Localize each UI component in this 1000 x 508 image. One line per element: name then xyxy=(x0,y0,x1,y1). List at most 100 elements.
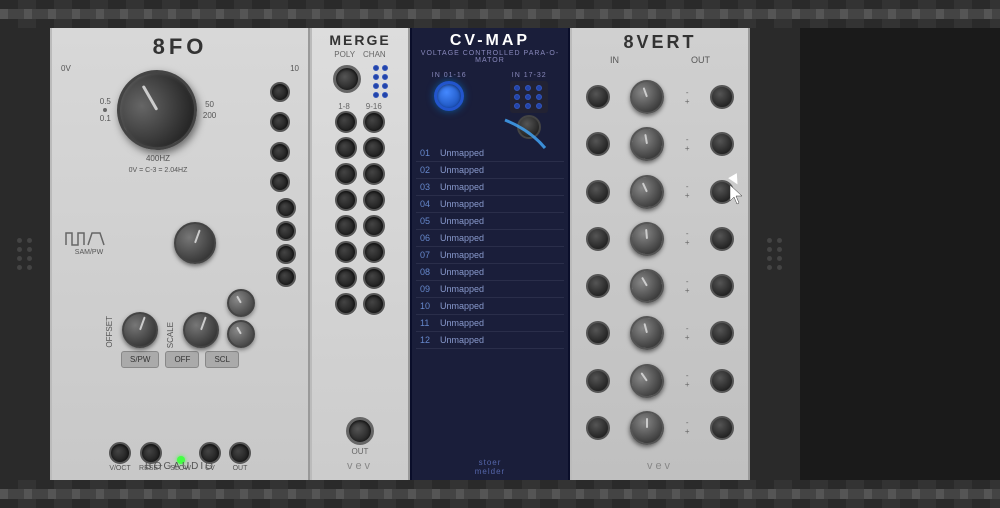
vert-out-jack-5[interactable] xyxy=(710,274,734,298)
spw-button[interactable]: S/PW xyxy=(121,351,159,368)
small-knob-2[interactable] xyxy=(227,320,255,348)
merge-in-2[interactable] xyxy=(335,137,357,159)
vert-out-jack-8[interactable] xyxy=(710,416,734,440)
vert-in-jack-7[interactable] xyxy=(586,369,610,393)
side-dot xyxy=(27,238,32,243)
merge-in-13[interactable] xyxy=(363,215,385,237)
cvmap-map-item-8[interactable]: 08Unmapped xyxy=(416,264,564,281)
small-knob-1[interactable] xyxy=(227,289,255,317)
cvmap-map-item-11[interactable]: 11Unmapped xyxy=(416,315,564,332)
cvmap-in-jack-2[interactable] xyxy=(517,115,541,139)
side-dot-r2 xyxy=(777,238,782,243)
vert-in-jack-5[interactable] xyxy=(586,274,610,298)
fo-left-section: 0.5 0.1 50 200 400HZ 0V xyxy=(60,70,256,194)
fo-output-jack-6[interactable] xyxy=(276,221,296,241)
cvmap-map-item-2[interactable]: 02Unmapped xyxy=(416,162,564,179)
vert-out-jack-2[interactable] xyxy=(710,132,734,156)
off-button[interactable]: OFF xyxy=(165,351,199,368)
module-8vert: 8VERT IN OUT - + xyxy=(570,28,750,480)
merge-in-11[interactable] xyxy=(363,163,385,185)
vert-knob-6[interactable] xyxy=(629,315,666,352)
merge-in-15[interactable] xyxy=(363,267,385,289)
vert-in-jack-1[interactable] xyxy=(586,85,610,109)
vert-pm-7: - + xyxy=(685,372,690,389)
cvmap-map-item-1[interactable]: 01Unmapped xyxy=(416,145,564,162)
vert-in-jack-4[interactable] xyxy=(586,227,610,251)
fo-offset-scale: OFFSET SCALE xyxy=(101,289,259,348)
fo-output-jack-8[interactable] xyxy=(276,267,296,287)
fo-output-jack-5[interactable] xyxy=(276,198,296,218)
offset-knob[interactable] xyxy=(122,312,158,348)
fo-output-jack-2[interactable] xyxy=(270,112,290,132)
vert-in-jack-6[interactable] xyxy=(586,321,610,345)
merge-in-1[interactable] xyxy=(335,111,357,133)
vert-knob-3[interactable] xyxy=(629,173,666,210)
cvmap-map-item-5[interactable]: 05Unmapped xyxy=(416,213,564,230)
vert-out-jack-3[interactable] xyxy=(710,180,734,204)
cvmap-map-item-12[interactable]: 12Unmapped xyxy=(416,332,564,349)
vert-knob-7[interactable] xyxy=(627,360,669,402)
merge-in-4[interactable] xyxy=(335,189,357,211)
poly-label: POLY xyxy=(334,50,355,59)
merge-in-8[interactable] xyxy=(335,293,357,315)
cvmap-map-item-3[interactable]: 03Unmapped xyxy=(416,179,564,196)
vert-in-jack-2[interactable] xyxy=(586,132,610,156)
merge-in-12[interactable] xyxy=(363,189,385,211)
vert-out-jack-1[interactable] xyxy=(710,85,734,109)
vert-knob-5[interactable] xyxy=(628,266,667,305)
cvmap-map-item-7[interactable]: 07Unmapped xyxy=(416,247,564,264)
module-merge: MERGE POLY CHAN xyxy=(310,28,410,480)
side-dot xyxy=(17,256,22,261)
vert-pm-4: - + xyxy=(685,230,690,247)
chan-dots xyxy=(373,65,388,98)
fo-main-grid: 0.5 0.1 50 200 400HZ 0V xyxy=(56,68,304,196)
merge-in-7[interactable] xyxy=(335,267,357,289)
side-dot-r6 xyxy=(777,256,782,261)
8vert-title: 8VERT xyxy=(623,32,696,53)
side-dot-r7 xyxy=(767,265,772,270)
fo-output-jack-4[interactable] xyxy=(270,172,290,192)
cvmap-title: CV-MAP xyxy=(418,32,562,50)
rack: 8FO 0V 10 0.5 0.1 50 xyxy=(0,0,1000,508)
vert-in-jack-3[interactable] xyxy=(586,180,610,204)
vert-out-jack-7[interactable] xyxy=(710,369,734,393)
cvmap-map-item-6[interactable]: 06Unmapped xyxy=(416,230,564,247)
cvmap-map-item-10[interactable]: 10Unmapped xyxy=(416,298,564,315)
merge-top-labels: POLY CHAN xyxy=(334,50,385,59)
cvmap-in-jack-1[interactable] xyxy=(434,81,464,111)
vert-knob-2[interactable] xyxy=(628,125,667,164)
fo-right-labels: 50 200 xyxy=(203,100,216,120)
cvmap-map-list[interactable]: 01Unmapped02Unmapped03Unmapped04Unmapped… xyxy=(412,143,568,454)
merge-in-3[interactable] xyxy=(335,163,357,185)
merge-in-9[interactable] xyxy=(363,111,385,133)
vert-out-jack-6[interactable] xyxy=(710,321,734,345)
fo-output-jack-1[interactable] xyxy=(270,82,290,102)
vert-knob-4[interactable] xyxy=(627,218,669,260)
merge-in-14[interactable] xyxy=(363,241,385,263)
merge-in-16[interactable] xyxy=(363,293,385,315)
scl-button[interactable]: SCL xyxy=(205,351,239,368)
sampw-knob[interactable] xyxy=(174,222,216,264)
vert-knob-1[interactable] xyxy=(630,80,664,114)
merge-out-jack[interactable] xyxy=(346,417,374,445)
poly-jack[interactable] xyxy=(333,65,361,93)
cvmap-header: CV-MAP VOLTAGE CONTROLLED PARA-O-MATOR xyxy=(412,28,568,68)
rack-rail-top xyxy=(0,0,1000,28)
vert-knob-8[interactable] xyxy=(626,406,670,450)
vert-in-jack-8[interactable] xyxy=(586,416,610,440)
vert-out-jack-4[interactable] xyxy=(710,227,734,251)
cvmap-map-item-9[interactable]: 09Unmapped xyxy=(416,281,564,298)
grid-dot-3 xyxy=(536,85,542,91)
frequency-knob[interactable] xyxy=(102,55,211,164)
fo-output-jack-7[interactable] xyxy=(276,244,296,264)
fo-output-jack-3[interactable] xyxy=(270,142,290,162)
merge-in-10[interactable] xyxy=(363,137,385,159)
dot-indicator xyxy=(103,108,107,112)
vert-rows: - + - + xyxy=(574,69,746,456)
vert-io-labels: IN OUT xyxy=(574,55,746,65)
cvmap-map-item-4[interactable]: 04Unmapped xyxy=(416,196,564,213)
merge-in-6[interactable] xyxy=(335,241,357,263)
merge-in-5[interactable] xyxy=(335,215,357,237)
side-dot xyxy=(27,256,32,261)
scale-knob[interactable] xyxy=(183,312,219,348)
